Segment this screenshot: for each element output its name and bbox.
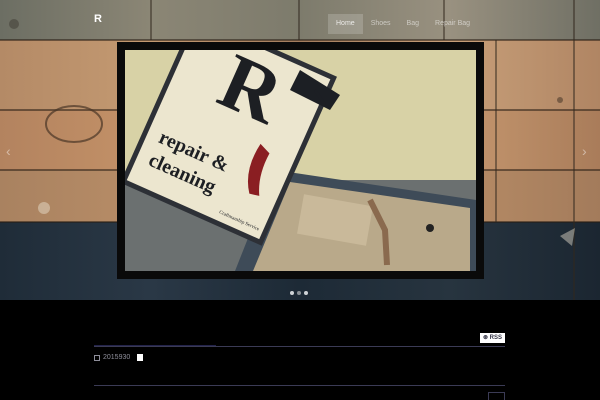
slide-image[interactable]: R repair & cleaning Craftmanship Service <box>125 50 476 271</box>
repair-sign-photo: R repair & cleaning Craftmanship Service <box>125 50 476 271</box>
calendar-icon <box>94 354 100 361</box>
nav-item-repair-bag[interactable]: Repair Bag <box>427 14 478 34</box>
main-nav: Home Shoes Bag Repair Bag <box>328 14 478 34</box>
slideshow-frame: R repair & cleaning Craftmanship Service <box>117 42 484 279</box>
slider-pagination <box>290 291 308 295</box>
nav-item-home[interactable]: Home <box>328 14 363 34</box>
slider-dot[interactable] <box>290 291 294 295</box>
pagination-box[interactable] <box>488 392 505 400</box>
nav-item-bag[interactable]: Bag <box>399 14 427 34</box>
section-divider <box>94 385 505 386</box>
chevron-left-icon[interactable]: ‹ <box>6 143 11 159</box>
post-meta: 2015930 <box>94 354 144 361</box>
chevron-right-icon[interactable]: › <box>582 143 587 159</box>
rss-label: RSS <box>489 335 503 341</box>
nav-item-shoes[interactable]: Shoes <box>363 14 399 34</box>
rss-button[interactable]: ⊛ RSS <box>480 333 505 343</box>
site-logo[interactable]: R <box>94 13 102 25</box>
slider-dot-active[interactable] <box>297 291 301 295</box>
slider-dot[interactable] <box>304 291 308 295</box>
section-divider <box>94 346 505 347</box>
post-thumbnail[interactable] <box>137 354 144 361</box>
rss-icon: ⊛ <box>482 335 488 341</box>
post-date: 2015930 <box>103 354 131 361</box>
